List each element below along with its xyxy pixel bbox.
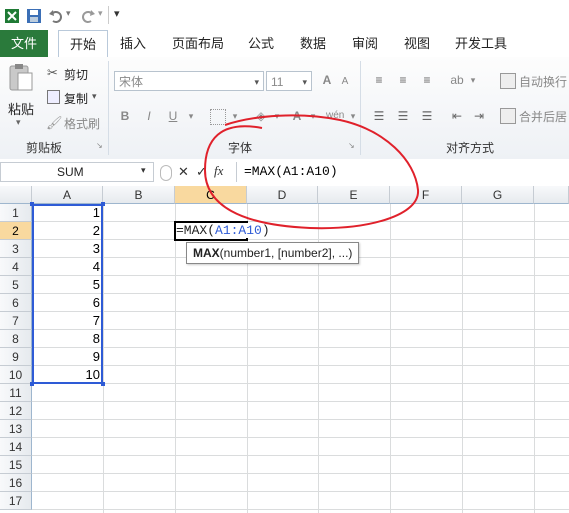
red-annotation-circle	[203, 114, 420, 230]
